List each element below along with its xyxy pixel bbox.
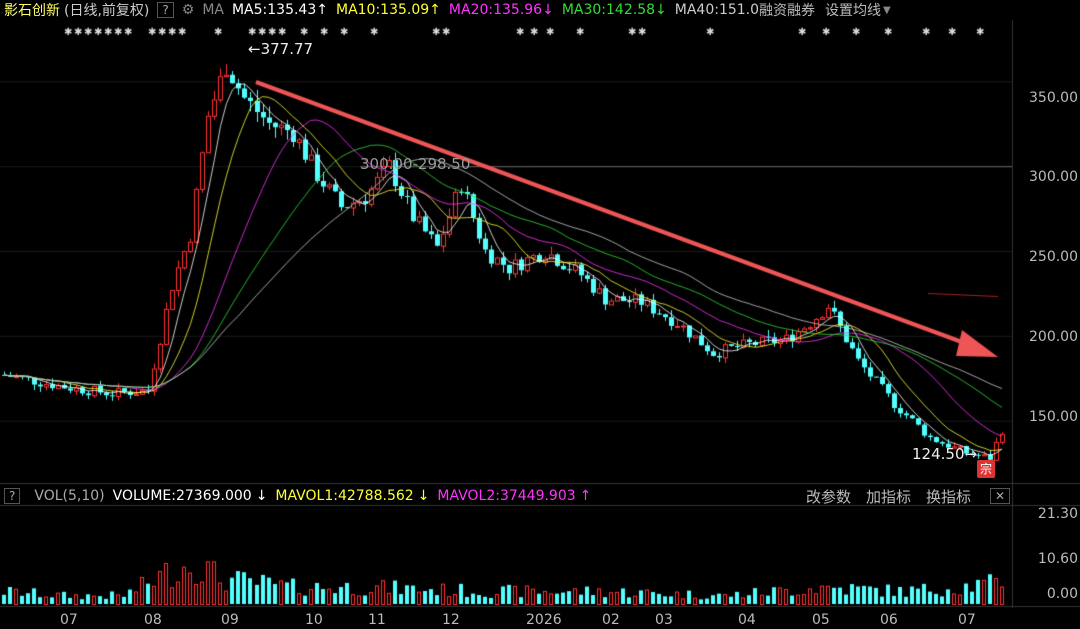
x-tick: 11 [368,612,386,628]
price-tick: 250.00 [1029,249,1078,265]
x-tick: 03 [655,612,673,628]
event-badge[interactable]: 宗 [977,460,995,478]
add-indicator-button[interactable]: 加指标 [866,486,911,507]
ma20-value: MA20:135.96↓ [448,2,554,18]
x-tick: 05 [812,612,830,628]
x-tick: 12 [442,612,460,628]
volume-tick: 0.00 [1046,586,1078,602]
down-arrow-icon: ↓ [542,2,554,18]
margin-trading-button[interactable]: 融资融券 [759,0,815,20]
up-arrow-icon: ↑ [579,488,592,504]
high-price-label: ←377.77 [248,40,314,58]
vol-label: VOL(5,10) [34,488,105,504]
price-tick: 350.00 [1029,90,1078,106]
price-tick: 200.00 [1029,329,1078,345]
up-arrow-icon: ↑ [316,2,328,18]
volume-tick: 10.60 [1037,551,1078,567]
x-tick: 07 [958,612,976,628]
volume-value: VOLUME:27369.000 ↓ [112,488,268,504]
ma5-value: MA5:135.43↑ [231,2,328,18]
chevron-down-icon[interactable]: ▼ [883,5,891,16]
ma30-value: MA30:142.58↓ [561,2,667,18]
settings-button[interactable]: 设置均线 [825,0,881,20]
close-icon[interactable]: ✕ [990,488,1011,504]
volume-tick: 21.30 [1037,506,1078,522]
mavol1-value: MAVOL1:42788.562 ↓ [275,488,430,504]
down-arrow-icon: ↓ [655,2,667,18]
price-tick: 300.00 [1029,169,1078,185]
price-tick: 150.00 [1029,409,1078,425]
x-tick: 04 [738,612,756,628]
hline-label: 300.00-298.50 [360,155,471,173]
down-arrow-icon: ↓ [417,488,430,504]
down-arrow-icon: ↓ [255,488,268,504]
up-arrow-icon: ↑ [429,2,441,18]
ma-label: MA [202,2,224,18]
help-icon[interactable]: ? [157,2,174,18]
mavol2-value: MAVOL2:37449.903 ↑ [437,488,592,504]
x-tick: 07 [60,612,78,628]
gear-icon[interactable]: ⚙ [182,2,195,18]
low-price-label: 124.50→ [912,445,978,463]
x-tick: 02 [602,612,620,628]
stock-chart-canvas[interactable] [0,0,1080,629]
volume-help-icon[interactable]: ? [4,488,21,504]
volume-header: ? VOL(5,10) VOLUME:27369.000 ↓ MAVOL1:427… [0,486,1080,506]
x-tick: 06 [880,612,898,628]
x-tick: 09 [221,612,239,628]
x-tick: 10 [305,612,323,628]
x-tick: 08 [144,612,162,628]
period-label[interactable]: (日线,前复权) [64,0,149,20]
swap-indicator-button[interactable]: 换指标 [926,486,971,507]
stock-name: 影石创新 [4,3,60,19]
ma40-value: MA40:151.0 [674,2,760,18]
x-tick: 2026 [526,612,562,628]
change-params-button[interactable]: 改参数 [806,486,851,507]
ma10-value: MA10:135.09↑ [335,2,441,18]
chart-header: 影石创新 (日线,前复权) ? ⚙ MA MA5:135.43↑ MA10:13… [0,0,1080,20]
